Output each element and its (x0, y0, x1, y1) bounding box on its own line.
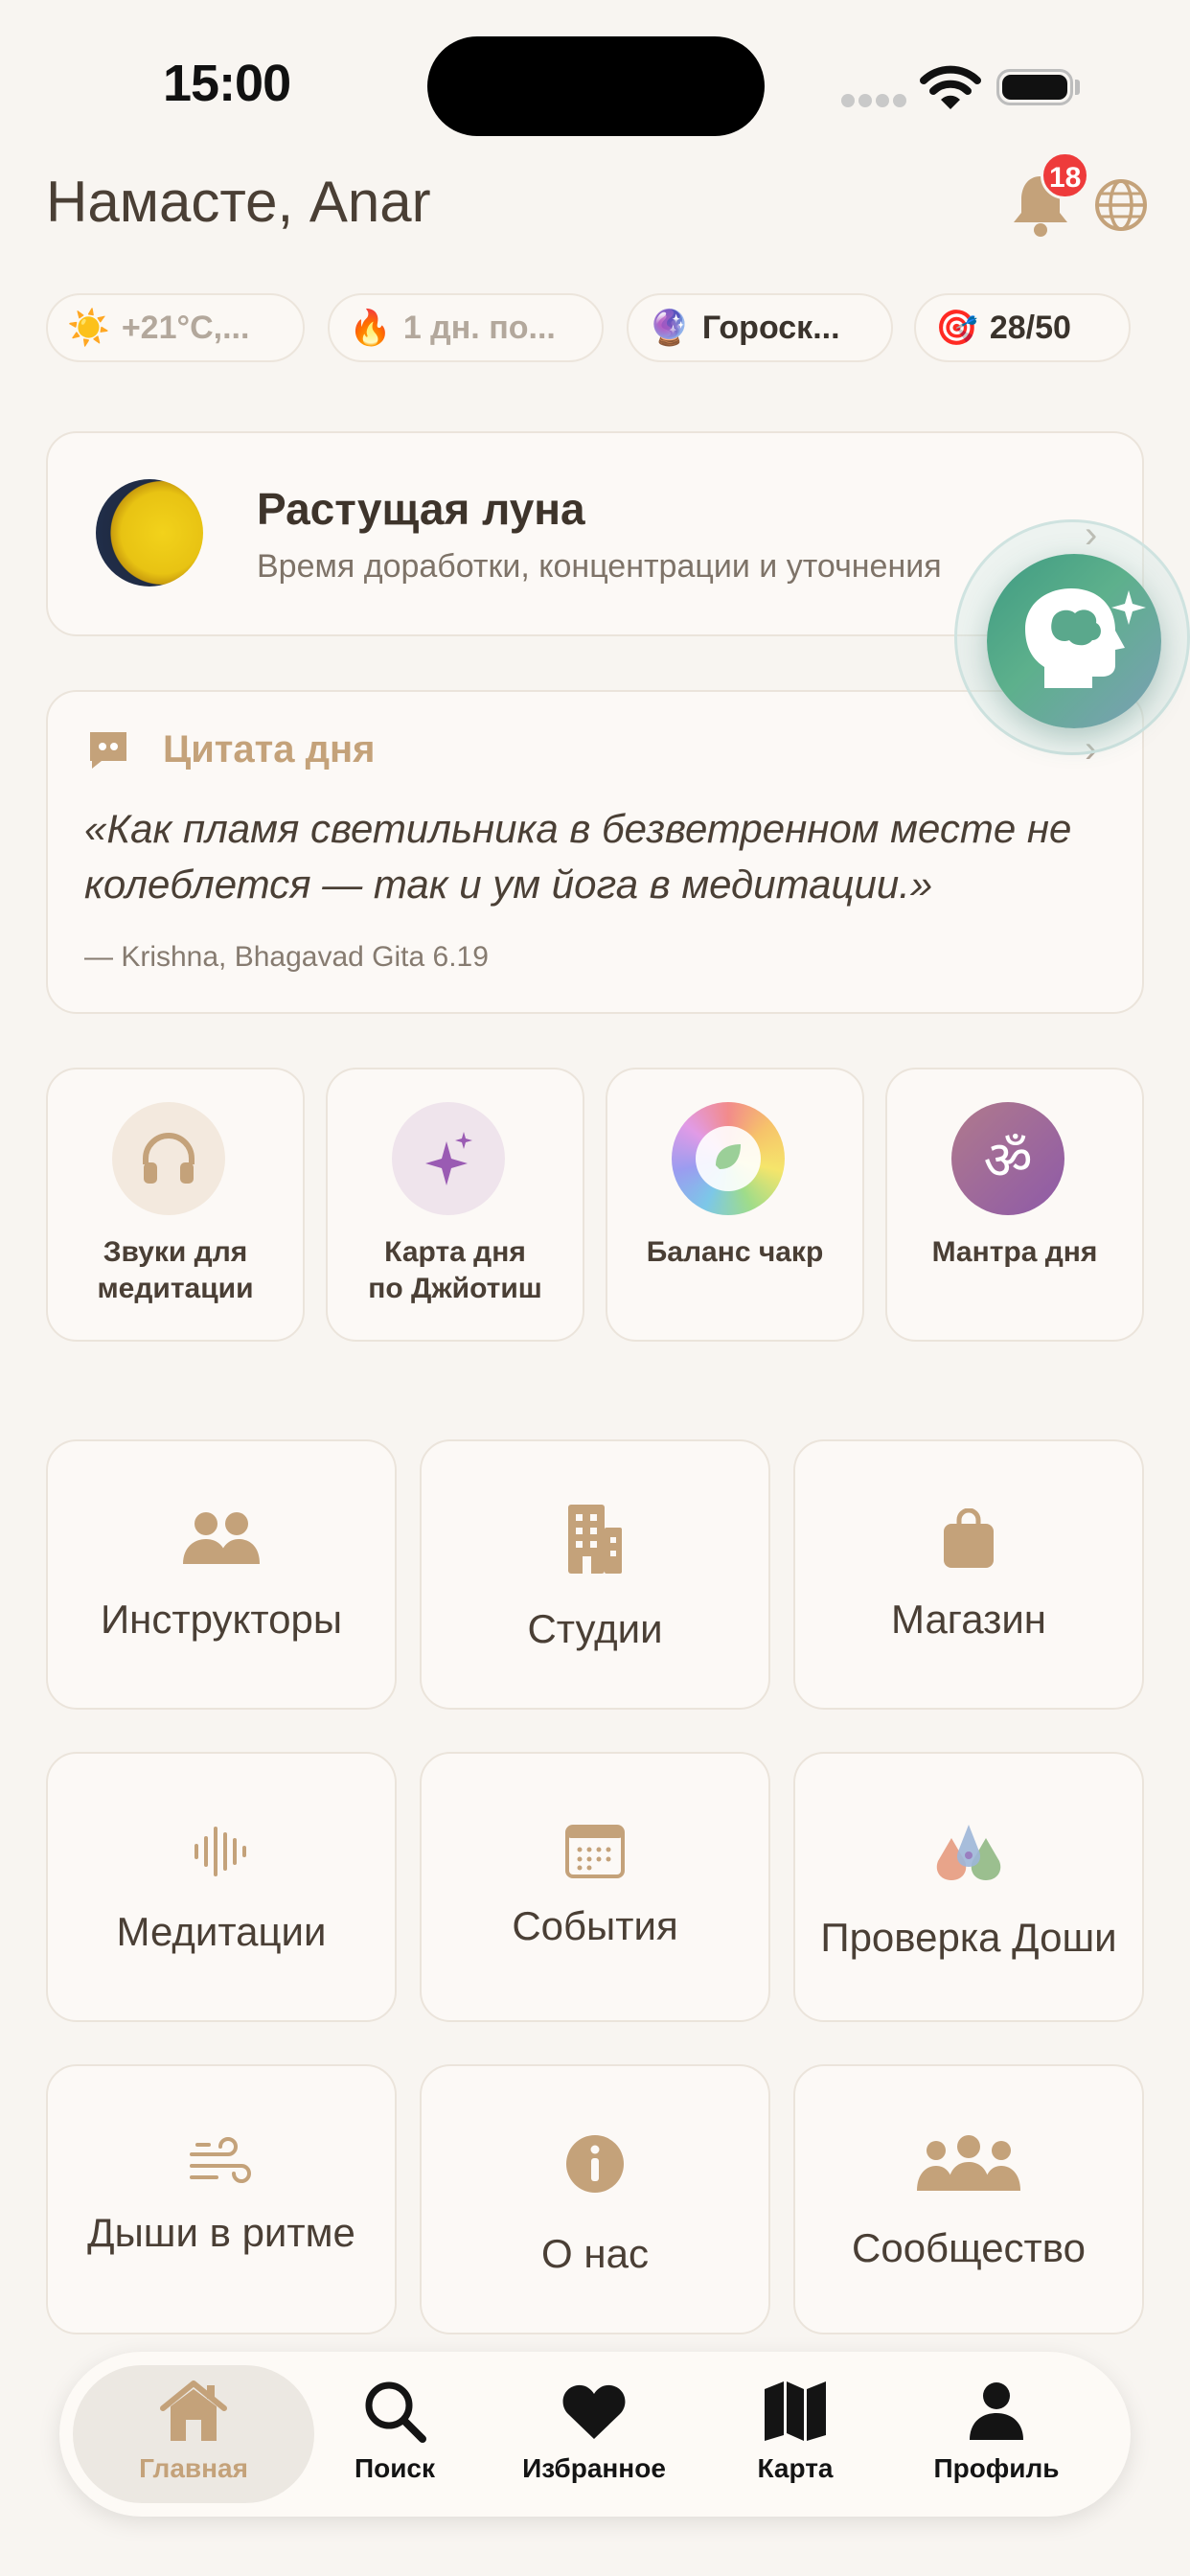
om-icon: ॐ (951, 1102, 1064, 1215)
greeting-title: Намасте, Anar (46, 170, 431, 234)
battery-icon (996, 69, 1073, 105)
tab-label: Профиль (933, 2453, 1060, 2483)
tile-label: Карта дня по Джйотиш (368, 1236, 542, 1304)
search-icon (299, 2375, 491, 2448)
weather-chip[interactable]: ☀️ +21°C,... (46, 293, 305, 362)
moon-phase-subtitle: Время доработки, концентрации и уточнени… (257, 548, 942, 585)
brain-head-icon (1025, 588, 1146, 688)
tile-label: Звуки для медитации (97, 1236, 254, 1304)
signal-icon (841, 94, 916, 107)
tab-label: Поиск (354, 2453, 436, 2483)
tile-label: Дыши в ритме (87, 2210, 355, 2255)
notification-badge: 18 (1041, 151, 1090, 199)
building-icon (422, 1501, 768, 1577)
community-icon (795, 2126, 1142, 2202)
person-icon (901, 2375, 1092, 2448)
quote-heading: Цитата дня (163, 728, 376, 770)
tab-label: Карта (757, 2453, 834, 2483)
tile-instructors[interactable]: Инструкторы (46, 1439, 397, 1710)
tile-label: Мантра дня (931, 1236, 1098, 1268)
wind-icon (48, 2126, 395, 2202)
goal-chip-label: 28/50 (989, 310, 1071, 346)
battery-cap (1075, 80, 1080, 95)
tab-map[interactable]: Карта (699, 2375, 891, 2499)
globe-icon[interactable] (1092, 176, 1150, 234)
tile-label: Сообщество (852, 2225, 1086, 2270)
tile-studios[interactable]: Студии (420, 1439, 770, 1710)
map-icon (699, 2375, 891, 2448)
tile-about-us[interactable]: О нас (420, 2064, 770, 2334)
tile-meditations[interactable]: Медитации (46, 1752, 397, 2022)
streak-chip[interactable]: 🔥 1 дн. по... (328, 293, 604, 362)
waveform-icon (48, 1813, 395, 1890)
tile-breathing[interactable]: Дыши в ритме (46, 2064, 397, 2334)
shopping-bag-icon (795, 1501, 1142, 1577)
tile-shop[interactable]: Магазин (793, 1439, 1144, 1710)
goal-chip[interactable]: 🎯 28/50 (914, 293, 1131, 362)
headphones-icon (112, 1102, 225, 1215)
moon-phase-title: Растущая луна (257, 484, 585, 534)
tile-label: Инструкторы (100, 1597, 343, 1642)
users-icon (48, 1501, 395, 1577)
calendar-icon (422, 1813, 768, 1890)
tile-community[interactable]: Сообщество (793, 2064, 1144, 2334)
tile-chakra-balance[interactable]: Баланс чакр (606, 1068, 864, 1342)
quote-author: — Krishna, Bhagavad Gita 6.19 (84, 941, 489, 973)
dosha-drops-icon (795, 1813, 1142, 1890)
tab-home[interactable]: Главная (98, 2375, 289, 2499)
heart-icon (498, 2375, 690, 2448)
tile-label: Студии (527, 1606, 663, 1651)
tile-meditation-sounds[interactable]: Звуки для медитации (46, 1068, 305, 1342)
target-icon: 🎯 (935, 308, 978, 347)
horoscope-chip-label: Гороск... (701, 310, 840, 346)
fire-icon: 🔥 (349, 308, 392, 347)
leaf-icon (672, 1102, 785, 1215)
horoscope-chip[interactable]: 🔮 Гороск... (627, 293, 893, 362)
tile-label: О нас (541, 2231, 649, 2276)
tab-profile[interactable]: Профиль (901, 2375, 1092, 2499)
weather-chip-label: +21°C,... (121, 310, 250, 346)
tab-search[interactable]: Поиск (299, 2375, 491, 2499)
wifi-icon (920, 65, 981, 109)
status-time: 15:00 (163, 55, 291, 112)
streak-chip-label: 1 дн. по... (402, 310, 556, 346)
moon-icon (96, 479, 203, 586)
tile-label: События (512, 1903, 678, 1948)
crystal-ball-icon: 🔮 (648, 308, 691, 347)
tile-label: Медитации (116, 1909, 327, 1954)
tile-label: Магазин (890, 1597, 1046, 1642)
tile-mantra-of-day[interactable]: ॐ Мантра дня (885, 1068, 1144, 1342)
dynamic-island (427, 36, 765, 136)
sun-icon: ☀️ (67, 308, 110, 347)
tile-dosha-check[interactable]: Проверка Доши (793, 1752, 1144, 2022)
tab-favorites[interactable]: Избранное (498, 2375, 690, 2499)
quote-bubble-icon (90, 732, 126, 769)
home-icon (98, 2375, 289, 2448)
sparkles-icon (392, 1102, 505, 1215)
tile-jyotish-card[interactable]: Карта дня по Джйотиш (326, 1068, 584, 1342)
quote-text: «Как пламя светильника в безветренном ме… (84, 806, 1072, 907)
tab-label: Главная (139, 2453, 248, 2483)
ai-assistant-button[interactable] (987, 554, 1161, 728)
tile-label: Проверка Доши (820, 1915, 1117, 1960)
tab-label: Избранное (522, 2453, 666, 2483)
info-icon (422, 2126, 768, 2202)
tile-label: Баланс чакр (646, 1236, 824, 1268)
tile-events[interactable]: События (420, 1752, 770, 2022)
